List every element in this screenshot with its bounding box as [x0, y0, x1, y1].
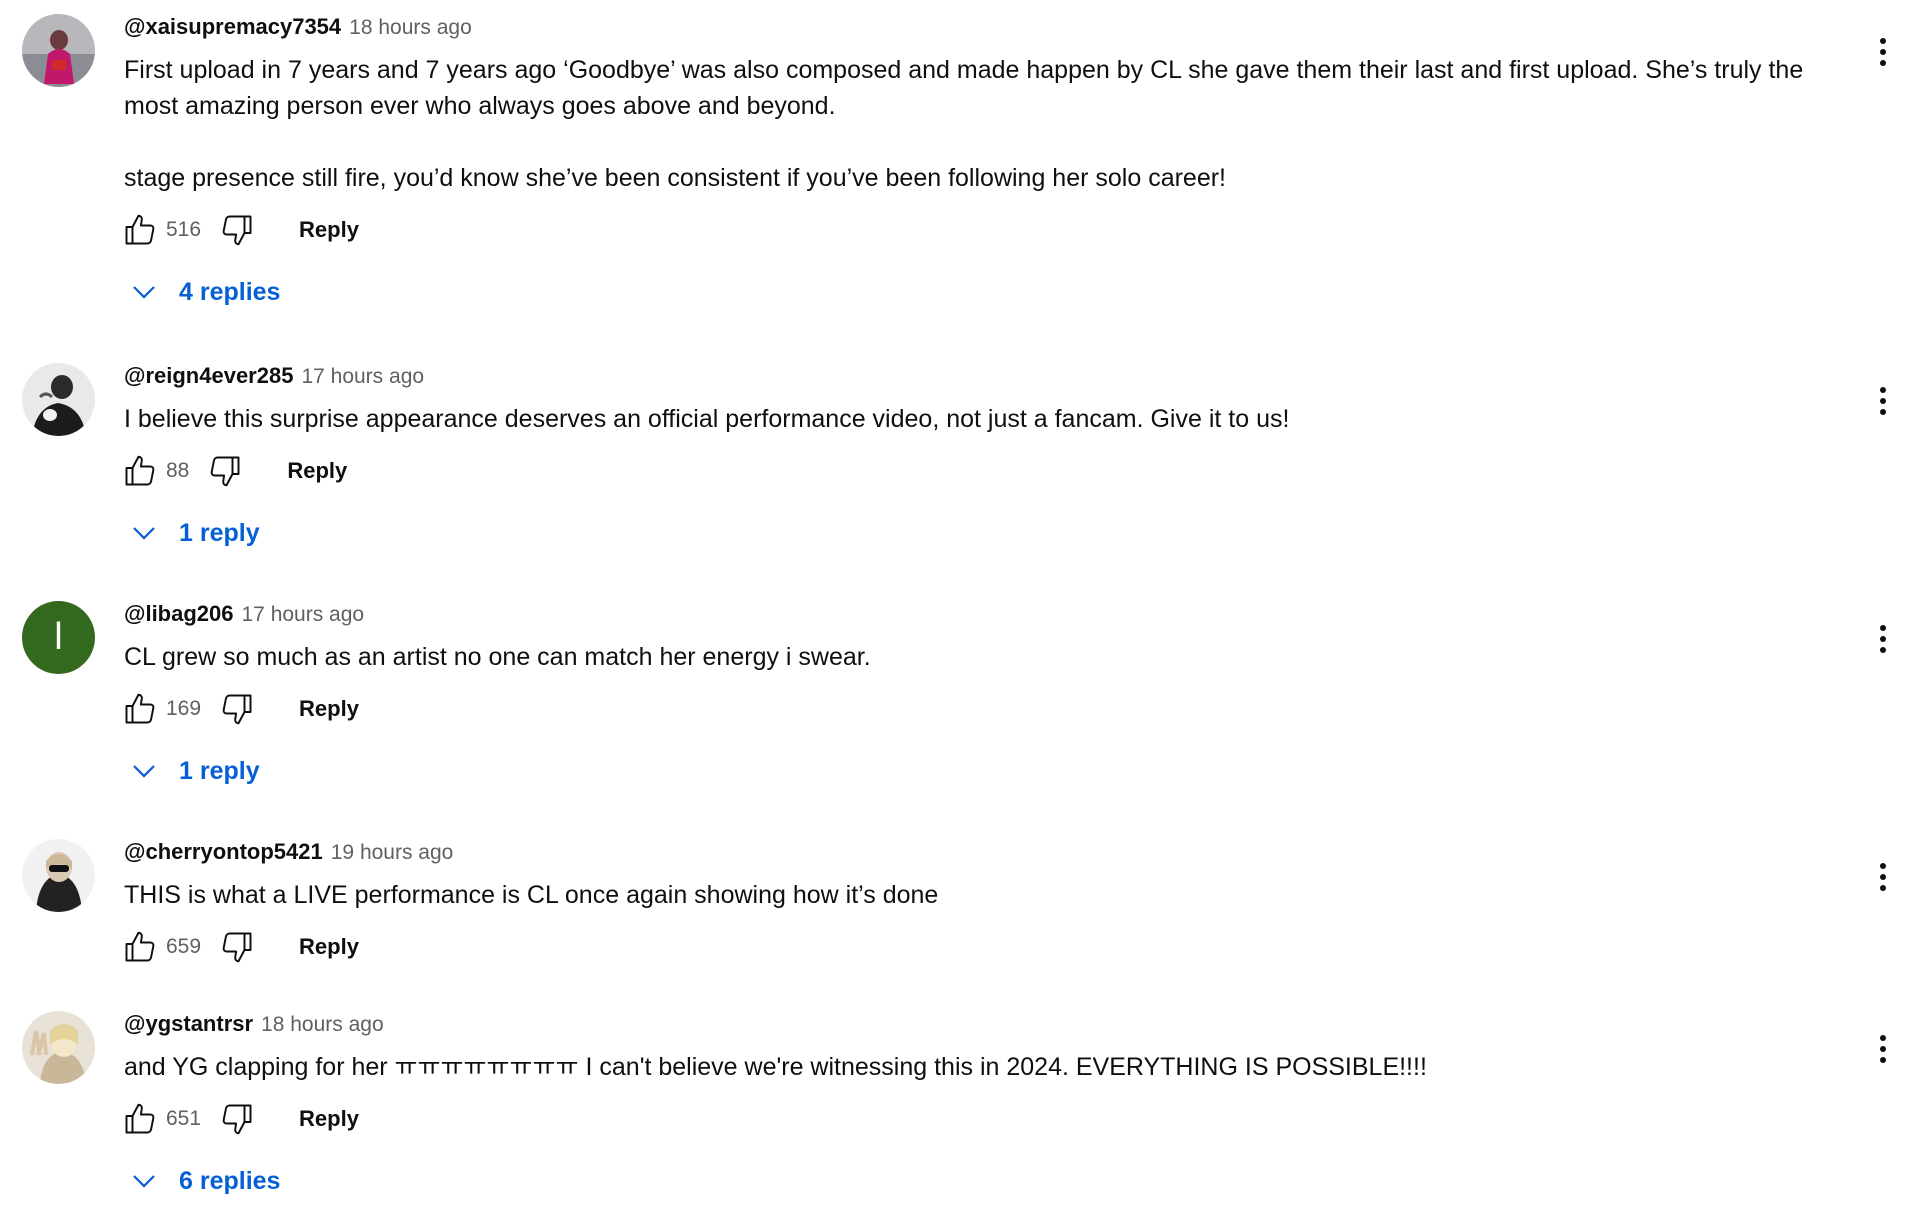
replies-count-label: 6 replies: [179, 1166, 281, 1195]
avatar-letter: l: [54, 616, 63, 658]
comment-author[interactable]: @reign4ever285: [124, 363, 293, 389]
reply-button[interactable]: Reply: [299, 1106, 359, 1132]
view-replies-button[interactable]: 6 replies: [129, 1161, 1820, 1201]
comment-actions: 169 Reply: [120, 689, 1820, 729]
comment-body: @xaisupremacy7354 18 hours ago First upl…: [124, 14, 1820, 312]
dislike-button[interactable]: [217, 210, 257, 250]
comment-timestamp[interactable]: 19 hours ago: [331, 841, 454, 865]
like-count: 88: [166, 459, 190, 482]
dislike-button[interactable]: [205, 451, 245, 491]
like-button[interactable]: [120, 689, 160, 729]
dislike-button[interactable]: [217, 689, 257, 729]
thumb-up-icon: [125, 1103, 155, 1134]
more-vert-icon: [1880, 863, 1886, 869]
comment-actions: 659 Reply: [120, 927, 1820, 967]
comment-menu-button[interactable]: [1868, 32, 1898, 72]
reply-button[interactable]: Reply: [299, 217, 359, 243]
thumb-up-icon: [125, 455, 155, 486]
avatar[interactable]: [22, 14, 95, 87]
comment-menu-button[interactable]: [1868, 1029, 1898, 1069]
chevron-down-icon: [133, 527, 155, 540]
comment-body: @ygstantrsr 18 hours ago and YG clapping…: [124, 1011, 1820, 1201]
like-count: 651: [166, 1107, 202, 1130]
dislike-button[interactable]: [217, 1099, 257, 1139]
comment-timestamp[interactable]: 18 hours ago: [261, 1013, 384, 1037]
comment-author[interactable]: @libag206: [124, 601, 234, 627]
like-count: 516: [166, 218, 202, 241]
chevron-down-icon: [133, 765, 155, 778]
comment-menu-button[interactable]: [1868, 381, 1898, 421]
thumb-down-icon: [222, 1104, 252, 1135]
comment-menu-button[interactable]: [1868, 857, 1898, 897]
comment-author[interactable]: @ygstantrsr: [124, 1011, 253, 1037]
comment-text: THIS is what a LIVE performance is CL on…: [124, 881, 939, 909]
like-button[interactable]: [120, 451, 160, 491]
comment-timestamp[interactable]: 18 hours ago: [349, 16, 472, 40]
thumb-down-icon: [210, 456, 240, 487]
view-replies-button[interactable]: 4 replies: [129, 272, 1820, 312]
comment-text: and YG clapping for her ㅠㅠㅠㅠㅠㅠㅠㅠ I can't…: [124, 1053, 1427, 1081]
avatar-photo: [22, 363, 95, 436]
comment-text: First upload in 7 years and 7 years ago …: [124, 56, 1804, 192]
thumb-up-icon: [125, 693, 155, 724]
replies-count-label: 1 reply: [179, 518, 260, 547]
comment-timestamp[interactable]: 17 hours ago: [301, 365, 424, 389]
comment-body: @libag206 17 hours ago CL grew so much a…: [124, 601, 1820, 791]
avatar-photo: [22, 14, 95, 87]
comment-body: @reign4ever285 17 hours ago I believe th…: [124, 363, 1820, 553]
replies-count-label: 4 replies: [179, 277, 281, 306]
thumb-up-icon: [125, 214, 155, 245]
view-replies-button[interactable]: 1 reply: [129, 751, 1820, 791]
comment-menu-button[interactable]: [1868, 619, 1898, 659]
chevron-down-icon: [133, 286, 155, 299]
avatar[interactable]: l: [22, 601, 95, 674]
avatar[interactable]: [22, 363, 95, 436]
reply-button[interactable]: Reply: [299, 696, 359, 722]
view-replies-button[interactable]: 1 reply: [129, 513, 1820, 553]
comment-body: @cherryontop5421 19 hours ago THIS is wh…: [124, 839, 1820, 967]
comment-text: CL grew so much as an artist no one can …: [124, 643, 871, 671]
avatar-photo: [22, 1011, 95, 1084]
avatar-photo: [22, 839, 95, 912]
comment-text: I believe this surprise appearance deser…: [124, 405, 1290, 433]
avatar[interactable]: [22, 839, 95, 912]
like-button[interactable]: [120, 1099, 160, 1139]
comment-timestamp[interactable]: 17 hours ago: [242, 603, 365, 627]
comment-actions: 88 Reply: [120, 451, 1820, 491]
replies-count-label: 1 reply: [179, 756, 260, 785]
like-count: 659: [166, 935, 202, 958]
like-button[interactable]: [120, 927, 160, 967]
chevron-down-icon: [133, 1175, 155, 1188]
avatar[interactable]: [22, 1011, 95, 1084]
more-vert-icon: [1880, 387, 1886, 393]
reply-button[interactable]: Reply: [299, 934, 359, 960]
more-vert-icon: [1880, 625, 1886, 631]
like-count: 169: [166, 697, 202, 720]
more-vert-icon: [1880, 38, 1886, 44]
dislike-button[interactable]: [217, 927, 257, 967]
comment-actions: 651 Reply: [120, 1099, 1820, 1139]
like-button[interactable]: [120, 210, 160, 250]
thumb-up-icon: [125, 931, 155, 962]
comment-actions: 516 Reply: [120, 210, 1820, 250]
comment-author[interactable]: @xaisupremacy7354: [124, 14, 341, 40]
thumb-down-icon: [222, 694, 252, 725]
thumb-down-icon: [222, 932, 252, 963]
reply-button[interactable]: Reply: [287, 458, 347, 484]
more-vert-icon: [1880, 1035, 1886, 1041]
thumb-down-icon: [222, 215, 252, 246]
comment-author[interactable]: @cherryontop5421: [124, 839, 323, 865]
